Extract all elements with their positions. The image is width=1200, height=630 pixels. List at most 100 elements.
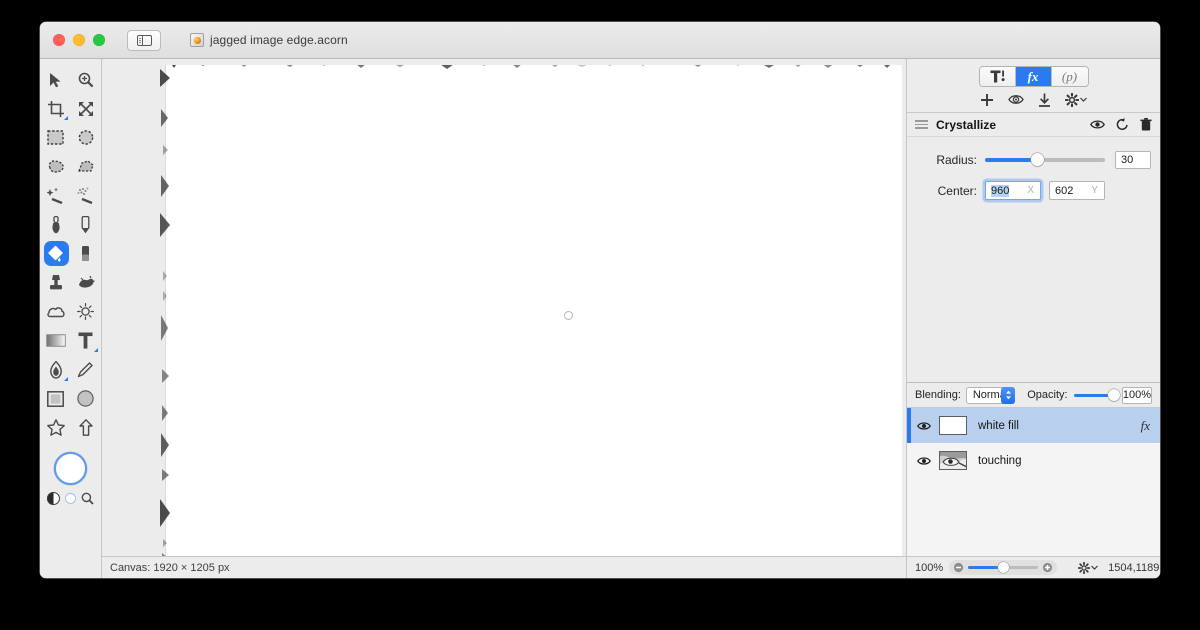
opacity-slider[interactable] [1073, 388, 1120, 401]
tab-filters[interactable]: fx [1015, 67, 1052, 86]
blur-tool[interactable] [41, 297, 71, 326]
brush-circle-cursor [564, 311, 573, 320]
photo-thumbnail-image [940, 452, 966, 469]
zoom-slider-control[interactable] [949, 560, 1058, 575]
crop-icon [47, 100, 64, 117]
dodge-tool[interactable] [71, 297, 101, 326]
center-control: Center: 960 X 602 Y [907, 181, 1160, 200]
plus-icon[interactable] [980, 93, 994, 107]
lasso-select-tool[interactable] [41, 152, 71, 181]
photo-thumbnail[interactable] [939, 451, 967, 470]
eraser-icon [82, 246, 89, 261]
line-icon [77, 362, 93, 378]
center-x-value: 960 [991, 184, 1010, 197]
clone-stamp-tool[interactable] [41, 268, 71, 297]
pen-nib-icon [49, 360, 62, 379]
filter-title: Crystallize [936, 117, 997, 132]
eye-target-icon[interactable] [1008, 93, 1024, 106]
zoom-tool[interactable] [71, 65, 101, 94]
white-fill-thumbnail[interactable] [939, 416, 967, 435]
filter-header-actions [1090, 118, 1152, 131]
sidebar-toggle-button[interactable] [127, 29, 161, 51]
layer-actions-menu[interactable] [1078, 561, 1099, 574]
instant-alpha-tool[interactable] [71, 181, 101, 210]
gradient-icon [45, 334, 66, 347]
loupe-icon[interactable] [81, 492, 94, 505]
eraser-tool[interactable] [71, 239, 101, 268]
brush-tool[interactable] [41, 210, 71, 239]
close-button[interactable] [53, 34, 65, 46]
pencil-icon [81, 215, 90, 233]
inspector-tabbar: fx (p) [907, 59, 1160, 91]
gradient-tool[interactable] [41, 326, 71, 355]
tool-palette [40, 59, 102, 578]
move-tool[interactable] [41, 65, 71, 94]
gear-icon [1078, 561, 1091, 574]
default-colors-icon[interactable] [65, 493, 76, 504]
zoom-button[interactable] [93, 34, 105, 46]
tab-tool-options[interactable] [979, 67, 1016, 86]
gear-icon [1065, 92, 1079, 107]
polygon-select-tool[interactable] [71, 152, 101, 181]
blending-mode-select[interactable]: Normal [965, 386, 1016, 404]
radius-slider[interactable] [985, 153, 1105, 166]
window-titlebar: jagged image edge.acorn [40, 22, 1160, 59]
opacity-label: Opacity: [1027, 389, 1068, 401]
foreground-color-well[interactable] [54, 452, 87, 485]
line-tool[interactable] [71, 355, 101, 384]
chevron-down-icon [1080, 97, 1087, 102]
document-title-group: jagged image edge.acorn [40, 22, 1160, 58]
pencil-tool[interactable] [71, 210, 101, 239]
opacity-slider-knob[interactable] [1107, 388, 1120, 401]
rectangular-select-tool[interactable] [41, 123, 71, 152]
center-x-field[interactable]: 960 X [985, 181, 1041, 200]
trash-icon[interactable] [1140, 118, 1152, 131]
rectangle-shape-tool[interactable] [41, 384, 71, 413]
elliptical-select-tool[interactable] [71, 123, 101, 152]
sidebar-toggle-icon [136, 34, 152, 46]
radius-slider-knob[interactable] [1031, 153, 1045, 166]
opacity-value-field[interactable]: 100% [1121, 386, 1152, 404]
layer-fx-badge[interactable]: fx [1141, 418, 1150, 434]
zoom-slider-track[interactable] [968, 562, 1039, 573]
canvas-document[interactable] [160, 65, 902, 556]
reset-arrow-icon[interactable] [1116, 118, 1129, 131]
ellipse-shape-tool[interactable] [71, 384, 101, 413]
drag-handle-icon[interactable] [915, 120, 928, 129]
blending-label: Blending: [915, 389, 961, 401]
layer-row-white-fill[interactable]: white fill fx [907, 408, 1160, 443]
layer-visibility-icon[interactable] [917, 456, 931, 466]
tab-filters-label: fx [1027, 68, 1039, 84]
radius-value-field[interactable]: 30 [1115, 151, 1151, 169]
transform-tool[interactable] [71, 94, 101, 123]
layers-panel: Blending: Normal Opacity: 100% white fil… [907, 382, 1160, 578]
zoom-slider-knob[interactable] [997, 562, 1009, 573]
chevron-updown-icon [1001, 386, 1016, 404]
arrow-shape-tool[interactable] [71, 413, 101, 442]
inspector-segmented-control: fx (p) [978, 66, 1089, 87]
eye-icon[interactable] [1090, 119, 1105, 130]
center-y-field[interactable]: 602 Y [1049, 181, 1105, 200]
filter-actions-menu[interactable] [1065, 92, 1087, 107]
canvas-scroll-view[interactable] [108, 65, 902, 556]
star-shape-tool[interactable] [41, 413, 71, 442]
marquee-rect-icon [47, 130, 64, 145]
layer-name-touching: touching [978, 454, 1022, 467]
zoom-out-icon[interactable] [953, 562, 964, 573]
smudge-tool[interactable] [71, 268, 101, 297]
magic-wand-tool[interactable] [41, 181, 71, 210]
text-tool[interactable] [71, 326, 101, 355]
paint-bucket-tool[interactable] [41, 239, 71, 268]
crop-tool[interactable] [41, 94, 71, 123]
zoom-in-icon[interactable] [1042, 562, 1053, 573]
layer-row-touching[interactable]: touching [907, 443, 1160, 478]
center-label: Center: [937, 183, 977, 198]
bezier-pen-tool[interactable] [41, 355, 71, 384]
tab-presets-label: (p) [1061, 68, 1078, 84]
swap-colors-icon[interactable] [47, 492, 60, 505]
download-arrow-icon[interactable] [1038, 93, 1051, 107]
tab-presets[interactable]: (p) [1051, 67, 1088, 86]
minimize-button[interactable] [73, 34, 85, 46]
layer-visibility-icon[interactable] [917, 421, 931, 431]
magnifier-plus-icon [78, 72, 93, 87]
